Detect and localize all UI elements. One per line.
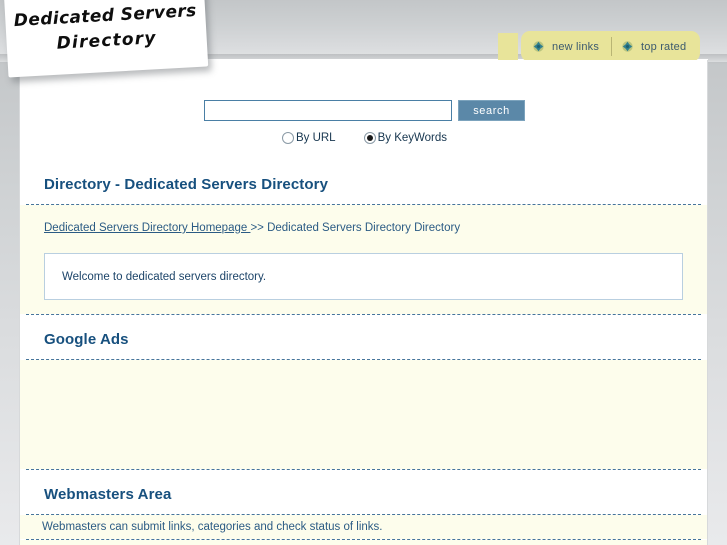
radio-indicator[interactable]: [281, 132, 294, 144]
ads-title: Google Ads: [44, 331, 129, 348]
directory-panel: Dedicated Servers Directory Homepage >> …: [20, 205, 707, 314]
breadcrumb-current: >> Dedicated Servers Directory Directory: [250, 222, 461, 234]
gem-icon: [533, 41, 544, 52]
search-mode-options: By URL By KeyWords: [20, 132, 709, 144]
logo-line-2: Directory: [56, 28, 158, 54]
nav-accent-block: [498, 33, 518, 61]
radio-label: By KeyWords: [377, 132, 448, 144]
site-logo: Dedicated Servers Directory: [4, 0, 208, 78]
directory-title-block: Directory - Dedicated Servers Directory: [20, 160, 707, 204]
ads-panel: [20, 360, 707, 469]
webmasters-title-block: Webmasters Area: [20, 470, 707, 514]
webmasters-note: Webmasters can submit links, categories …: [20, 515, 707, 539]
gem-icon: [622, 41, 633, 52]
page-title: Directory - Dedicated Servers Directory: [44, 176, 329, 193]
content-column: search By URL By KeyWords Directory - De…: [19, 60, 708, 545]
top-navigation: new links top rated: [521, 31, 701, 62]
radio-option-by-keywords[interactable]: By KeyWords: [363, 132, 448, 144]
breadcrumb-home-link[interactable]: Dedicated Servers Directory Homepage: [44, 222, 250, 234]
search-input[interactable]: [204, 100, 452, 121]
welcome-box: Welcome to dedicated servers directory.: [44, 253, 683, 300]
nav-label: new links: [552, 40, 600, 53]
webmasters-actions: ADD URL SUGGEST CATEGORY: [20, 540, 707, 545]
search-button[interactable]: search: [458, 100, 525, 121]
radio-indicator[interactable]: [363, 132, 376, 144]
search-area: search: [20, 100, 709, 121]
page-root: new links top rated search By URL By Key…: [0, 0, 727, 545]
nav-item-new-links[interactable]: new links: [523, 31, 611, 62]
radio-label: By URL: [295, 132, 336, 144]
ads-title-block: Google Ads: [20, 315, 707, 359]
radio-option-by-url[interactable]: By URL: [281, 132, 336, 144]
welcome-text: Welcome to dedicated servers directory.: [62, 270, 267, 283]
nav-label: top rated: [641, 40, 687, 53]
nav-item-top-rated[interactable]: top rated: [612, 31, 698, 62]
breadcrumb: Dedicated Servers Directory Homepage >> …: [44, 217, 683, 237]
webmasters-title: Webmasters Area: [44, 486, 172, 503]
site-logo-card[interactable]: Dedicated Servers Directory: [3, 0, 209, 78]
